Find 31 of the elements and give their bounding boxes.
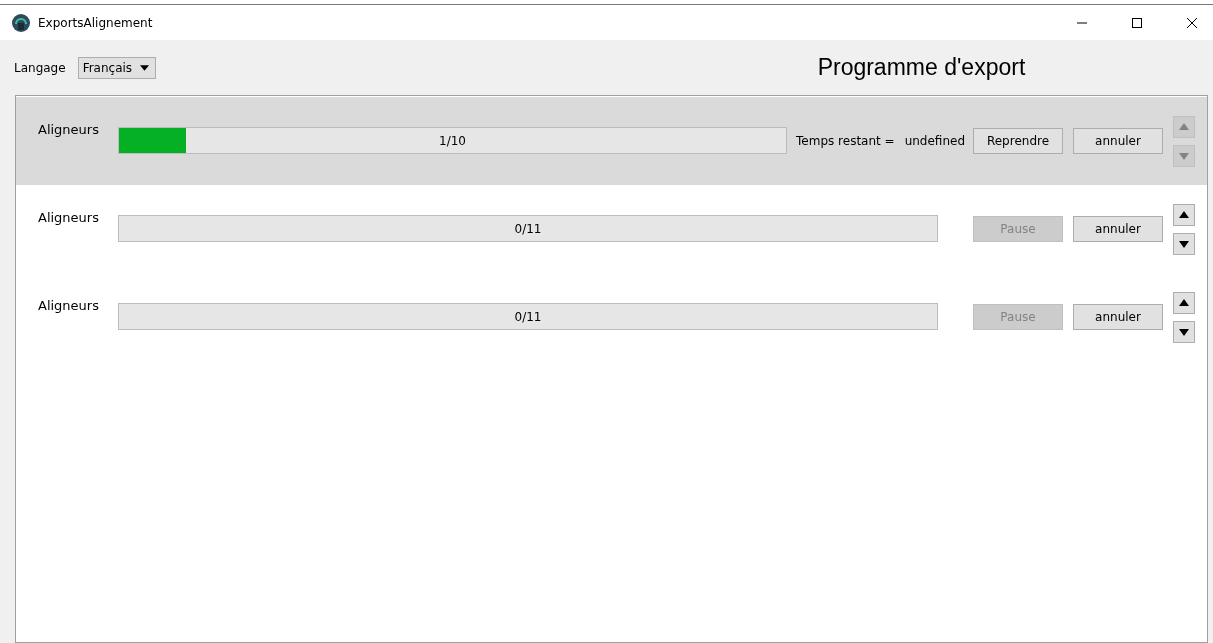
cancel-button[interactable]: annuler [1073, 128, 1163, 154]
cancel-button[interactable]: annuler [1073, 304, 1163, 330]
move-up-button[interactable] [1173, 292, 1195, 314]
down-triangle-icon [1178, 238, 1190, 250]
window-title: ExportsAlignement [38, 15, 153, 30]
resume-button[interactable]: Reprendre [973, 128, 1063, 154]
cancel-button[interactable]: annuler [1073, 216, 1163, 242]
close-icon[interactable] [1186, 16, 1198, 29]
language-dropdown[interactable]: Français [77, 56, 156, 79]
task-row[interactable]: Aligneurs 1/10 Temps restant = undefined Reprendre annuler [16, 97, 1207, 185]
language-label: Langage [14, 60, 66, 75]
up-triangle-icon [1178, 121, 1190, 133]
app-logo-icon [12, 13, 30, 32]
task-label: Aligneurs [38, 210, 100, 225]
progress-text: 0/11 [514, 309, 542, 324]
up-triangle-icon [1178, 209, 1190, 221]
progress-text: 1/10 [439, 133, 466, 148]
progress-text: 0/11 [514, 221, 542, 236]
maximize-icon[interactable] [1131, 16, 1143, 29]
down-triangle-icon [1178, 150, 1190, 162]
move-down-button[interactable] [1173, 321, 1195, 343]
move-down-button[interactable] [1173, 233, 1195, 255]
move-up-button[interactable] [1173, 204, 1195, 226]
down-triangle-icon [1178, 326, 1190, 338]
time-remaining-label: Temps restant = [796, 134, 895, 148]
page-heading: Programme d'export [817, 54, 1026, 81]
task-label: Aligneurs [38, 298, 100, 313]
up-triangle-icon [1178, 297, 1190, 309]
time-remaining-value: undefined [904, 134, 965, 148]
caret-icon [139, 64, 149, 71]
task-label: Aligneurs [38, 122, 100, 137]
